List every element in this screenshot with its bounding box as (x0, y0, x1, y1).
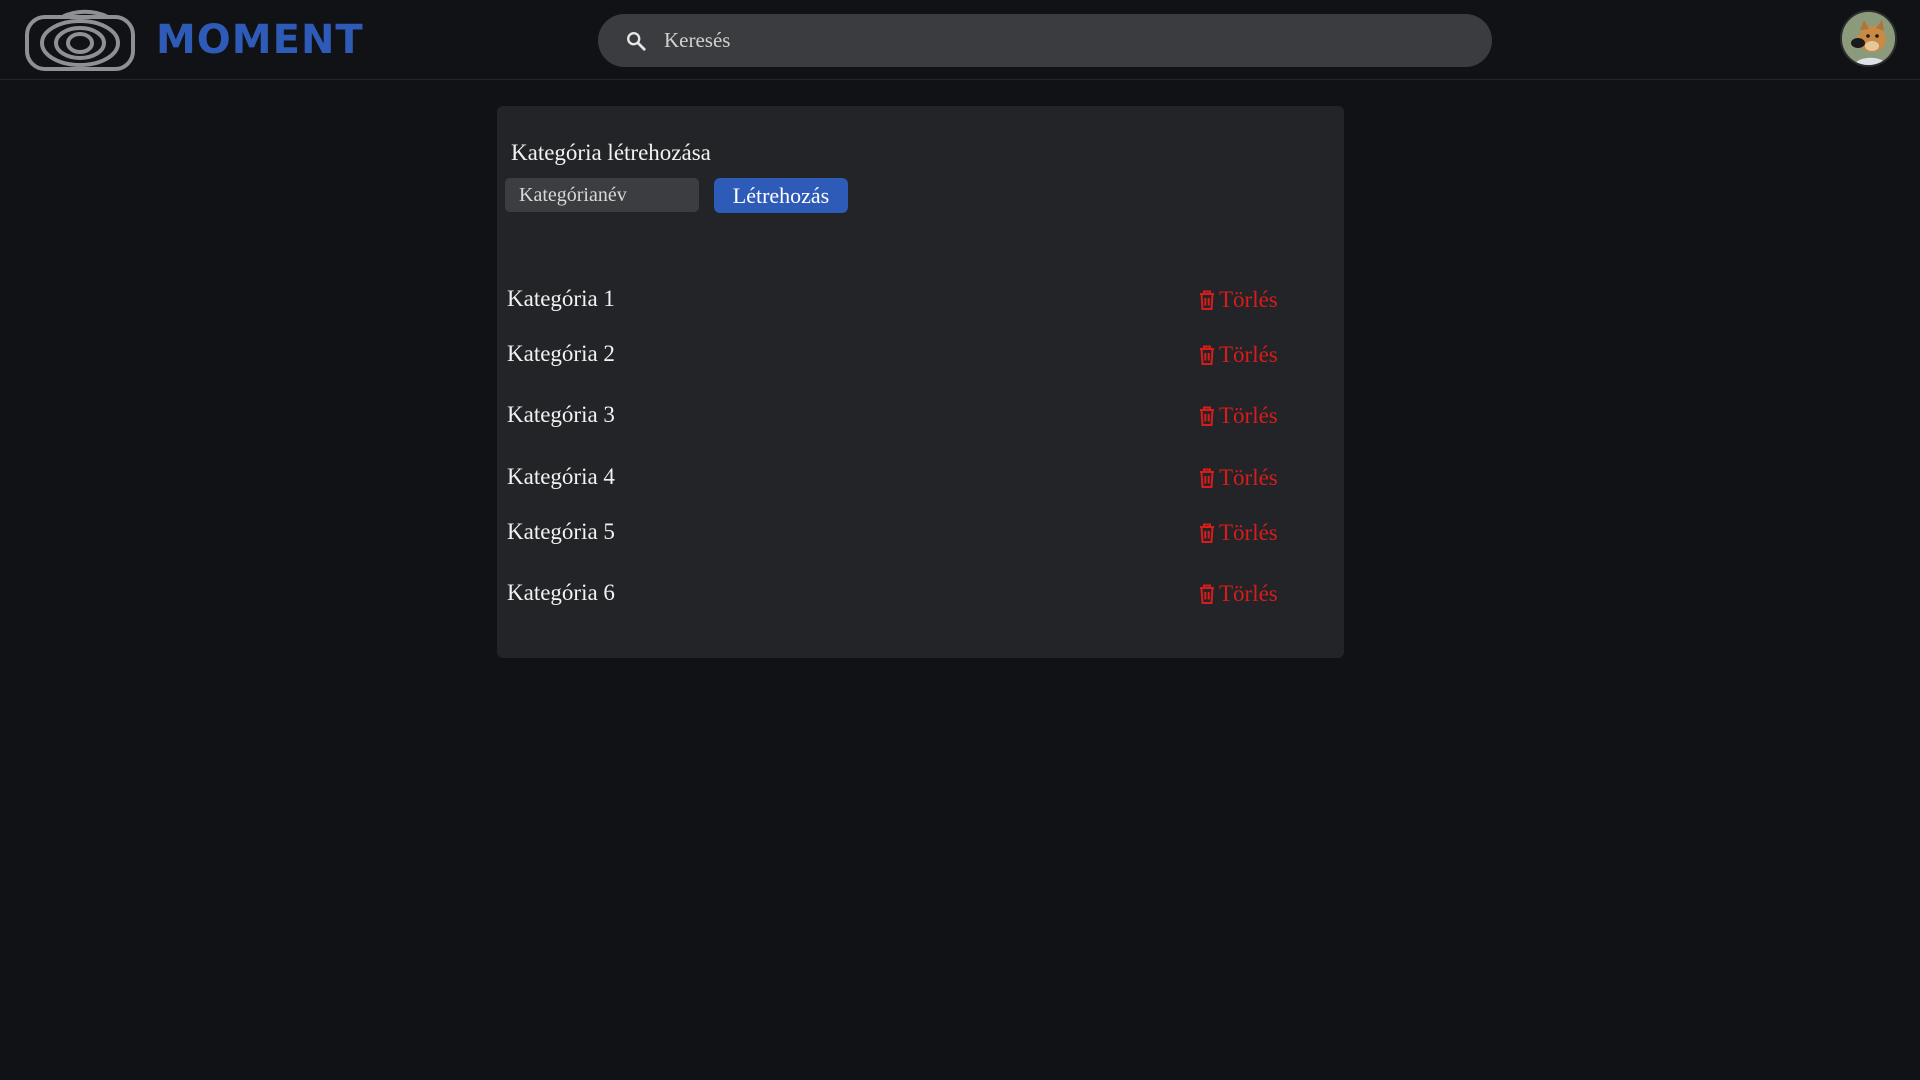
list-item: Kategória 4 Törlés (507, 458, 1307, 498)
delete-label: Törlés (1219, 403, 1278, 428)
panel-title: Kategória létrehozása (511, 140, 711, 165)
trash-icon (1200, 290, 1214, 310)
list-item: Kategória 5 Törlés (507, 513, 1307, 553)
search-icon (627, 31, 646, 51)
delete-label: Törlés (1219, 581, 1278, 606)
category-name: Kategória 3 (507, 402, 615, 427)
category-name: Kategória 1 (507, 286, 615, 311)
list-item: Kategória 2 Törlés (507, 335, 1307, 375)
trash-icon (1200, 523, 1214, 543)
delete-button[interactable]: Törlés (1197, 578, 1278, 610)
delete-label: Törlés (1219, 342, 1278, 367)
trash-icon (1200, 584, 1214, 604)
trash-icon (1200, 345, 1214, 365)
delete-label: Törlés (1219, 465, 1278, 490)
category-name: Kategória 5 (507, 519, 615, 544)
create-button[interactable]: Létrehozás (714, 178, 848, 213)
delete-button[interactable]: Törlés (1197, 517, 1278, 549)
top-bar: MOMENT (0, 0, 1920, 80)
list-item: Kategória 3 Törlés (507, 396, 1307, 436)
delete-label: Törlés (1219, 287, 1278, 312)
category-name-input[interactable] (505, 178, 699, 212)
category-name: Kategória 4 (507, 464, 615, 489)
trash-icon (1200, 468, 1214, 488)
search-bar[interactable] (598, 14, 1492, 67)
delete-label: Törlés (1219, 520, 1278, 545)
list-item: Kategória 1 Törlés (507, 280, 1307, 320)
delete-button[interactable]: Törlés (1197, 400, 1278, 432)
delete-button[interactable]: Törlés (1197, 284, 1278, 316)
brand-name[interactable]: MOMENT (156, 14, 364, 66)
moment-logo-icon[interactable] (24, 8, 136, 74)
delete-button[interactable]: Törlés (1197, 339, 1278, 371)
search-input[interactable] (664, 20, 1492, 61)
list-item: Kategória 6 Törlés (507, 574, 1307, 614)
user-avatar-icon (1842, 12, 1895, 65)
category-name: Kategória 2 (507, 341, 615, 366)
delete-button[interactable]: Törlés (1197, 462, 1278, 494)
category-panel: Kategória létrehozása Létrehozás Kategór… (497, 106, 1344, 658)
avatar[interactable] (1840, 10, 1897, 67)
trash-icon (1200, 406, 1214, 426)
category-name: Kategória 6 (507, 580, 615, 605)
